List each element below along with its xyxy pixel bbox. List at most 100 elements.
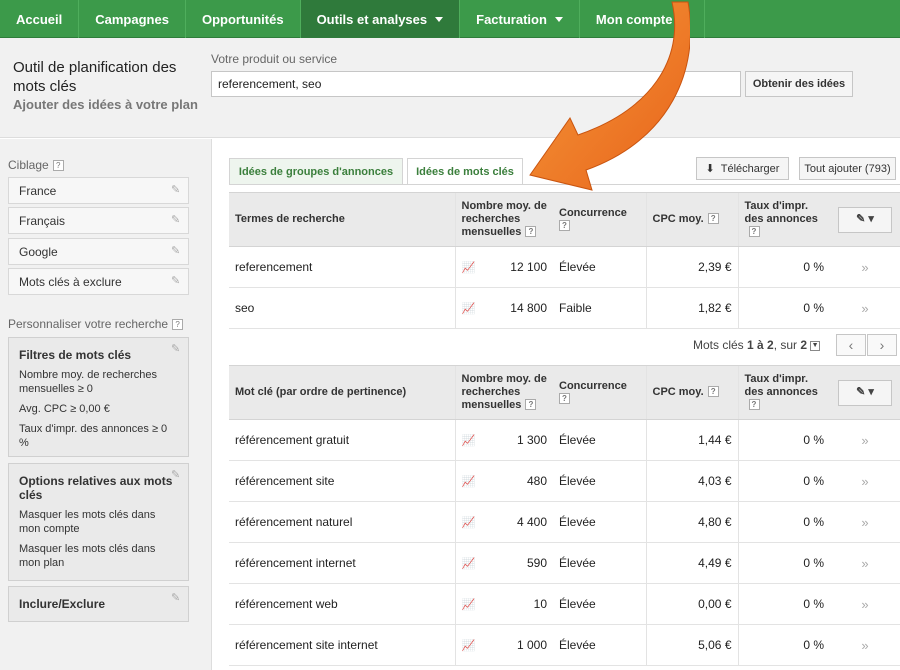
cell-impr: 0 % <box>737 501 830 543</box>
chevron-down-icon[interactable]: ▼ <box>810 340 821 351</box>
help-icon[interactable]: ? <box>525 226 537 237</box>
nav-label: Campagnes <box>95 11 169 27</box>
tab-ad-group-ideas[interactable]: Idées de groupes d'annonces <box>229 158 403 185</box>
table-row[interactable]: référencement web 📈 10 Élevée 0,00 € 0 %… <box>229 583 900 625</box>
col-header-searches[interactable]: Nombre moy. de recherches mensuelles? <box>454 365 553 420</box>
cell-competition: Élevée <box>553 419 646 461</box>
col-header-impr-label: Taux d'impr. des annonces <box>744 373 818 398</box>
help-icon[interactable]: ? <box>748 399 760 410</box>
targeting-item-location[interactable]: France ✎ <box>8 177 189 204</box>
add-to-plan-icon[interactable]: » <box>830 583 900 625</box>
next-page-button[interactable]: › <box>867 334 897 356</box>
nav-mon-compte[interactable]: Mon compte <box>580 0 706 38</box>
nav-accueil[interactable]: Accueil <box>0 0 80 38</box>
trend-chart-icon[interactable]: 📈 <box>454 624 482 666</box>
nav-opportunites[interactable]: Opportunités <box>186 0 301 38</box>
table-row[interactable]: référencement site internet 📈 1 000 Élev… <box>229 624 900 666</box>
product-input[interactable]: referencement, seo <box>211 71 741 97</box>
cell-impr: 0 % <box>737 246 830 288</box>
pager-range: 1 à 2 <box>747 338 774 352</box>
pager-prefix: Mots clés <box>693 338 748 352</box>
product-label: Votre produit ou service <box>211 52 338 66</box>
nav-campagnes[interactable]: Campagnes <box>79 0 186 38</box>
help-icon[interactable]: ? <box>559 219 570 231</box>
table-header-row: Mot clé (par ordre de pertinence) Nombre… <box>229 365 900 420</box>
help-icon[interactable]: ? <box>525 399 537 410</box>
add-all-button[interactable]: Tout ajouter (793) <box>799 157 896 180</box>
table-row[interactable]: référencement naturel 📈 4 400 Élevée 4,8… <box>229 501 900 543</box>
trend-chart-icon[interactable]: 📈 <box>454 246 482 288</box>
col-header-cpc[interactable]: CPC moy.? <box>645 365 738 420</box>
col-header-competition[interactable]: Concurrence? <box>553 365 646 420</box>
add-to-plan-icon[interactable]: » <box>830 542 900 584</box>
pencil-icon[interactable]: ✎ <box>171 244 181 258</box>
help-icon[interactable]: ? <box>52 160 64 171</box>
cell-competition: Élevée <box>553 583 646 625</box>
cell-cpc: 2,39 € <box>645 246 738 288</box>
trend-chart-icon[interactable]: 📈 <box>454 419 482 461</box>
keyword-filters-box[interactable]: ✎ Filtres de mots clés Nombre moy. de re… <box>8 337 189 457</box>
nav-outils-analyses[interactable]: Outils et analyses <box>300 0 461 38</box>
pencil-icon[interactable]: ✎ <box>171 213 181 227</box>
add-to-plan-icon[interactable]: » <box>830 460 900 502</box>
pencil-icon[interactable]: ✎ <box>171 591 181 605</box>
table-row[interactable]: seo 📈 14 800 Faible 1,82 € 0 % » <box>229 287 900 329</box>
targeting-label: Ciblage <box>8 158 49 172</box>
table-row[interactable]: référencement internet 📈 590 Élevée 4,49… <box>229 542 900 584</box>
table-row[interactable]: référencement site 📈 480 Élevée 4,03 € 0… <box>229 460 900 502</box>
trend-chart-icon[interactable]: 📈 <box>454 583 482 625</box>
help-icon[interactable]: ? <box>707 386 719 397</box>
cell-term: référencement naturel <box>229 501 455 543</box>
cell-cpc: 4,49 € <box>645 542 738 584</box>
pencil-icon[interactable]: ✎ <box>171 468 181 482</box>
col-header-competition[interactable]: Concurrence? <box>553 192 646 247</box>
col-header-impr[interactable]: Taux d'impr. des annonces? <box>737 192 830 247</box>
table-row[interactable]: référencement gratuit 📈 1 300 Élevée 1,4… <box>229 419 900 461</box>
targeting-item-network[interactable]: Google ✎ <box>8 238 189 265</box>
nav-facturation[interactable]: Facturation <box>460 0 580 38</box>
col-header-competition-label: Concurrence <box>559 379 627 392</box>
trend-chart-icon[interactable]: 📈 <box>454 501 482 543</box>
keyword-options-box[interactable]: ✎ Options relatives aux mots clés Masque… <box>8 463 189 581</box>
add-to-plan-icon[interactable]: » <box>830 501 900 543</box>
add-to-plan-icon[interactable]: » <box>830 287 900 329</box>
filter-line: Nombre moy. de recherches mensuelles ≥ 0 <box>19 369 157 395</box>
help-icon[interactable]: ? <box>172 319 184 330</box>
trend-chart-icon[interactable]: 📈 <box>454 542 482 584</box>
trend-chart-icon[interactable]: 📈 <box>454 287 482 329</box>
targeting-item-language[interactable]: Français ✎ <box>8 207 189 234</box>
edit-columns-button[interactable]: ✎ ▾ <box>838 206 892 233</box>
help-icon[interactable]: ? <box>707 213 719 224</box>
targeting-item-label: Google <box>19 245 58 259</box>
cell-cpc: 1,82 € <box>645 287 738 329</box>
trend-chart-icon[interactable]: 📈 <box>454 460 482 502</box>
col-header-term[interactable]: Termes de recherche <box>229 192 455 247</box>
previous-page-button[interactable]: ‹ <box>836 334 866 356</box>
col-header-searches[interactable]: Nombre moy. de recherches mensuelles? <box>454 192 553 247</box>
pencil-icon[interactable]: ✎ <box>171 274 181 288</box>
targeting-item-negative-keywords[interactable]: Mots clés à exclure ✎ <box>8 268 189 295</box>
pencil-icon[interactable]: ✎ <box>171 183 181 197</box>
col-header-term[interactable]: Mot clé (par ordre de pertinence) <box>229 365 455 420</box>
edit-columns-button[interactable]: ✎ ▾ <box>838 379 892 406</box>
add-to-plan-icon[interactable]: » <box>830 246 900 288</box>
include-exclude-box[interactable]: ✎ Inclure/Exclure <box>8 586 189 622</box>
download-button[interactable]: ⬇ Télécharger <box>696 157 789 180</box>
add-to-plan-icon[interactable]: » <box>830 419 900 461</box>
help-icon[interactable]: ? <box>748 226 760 237</box>
cell-impr: 0 % <box>737 460 830 502</box>
help-icon[interactable]: ? <box>559 392 570 404</box>
add-to-plan-icon[interactable]: » <box>830 624 900 666</box>
filter-line: Taux d'impr. des annonces ≥ 0 % <box>19 423 168 449</box>
tab-keyword-ideas[interactable]: Idées de mots clés <box>407 158 523 185</box>
page-title: Outil de planification des mots clés <box>13 59 177 95</box>
col-header-cpc[interactable]: CPC moy.? <box>645 192 738 247</box>
get-ideas-button[interactable]: Obtenir des idées <box>745 71 853 97</box>
pencil-icon[interactable]: ✎ <box>171 342 181 356</box>
table-row[interactable]: referencement 📈 12 100 Élevée 2,39 € 0 %… <box>229 246 900 288</box>
sidebar: Ciblage? France ✎ Français ✎ Google ✎ Mots … <box>0 139 212 670</box>
top-navigation: Accueil Campagnes Opportunités Outils et… <box>0 0 900 38</box>
col-header-impr[interactable]: Taux d'impr. des annonces? <box>737 365 830 420</box>
keyword-ideas-table: Mot clé (par ordre de pertinence) Nombre… <box>229 365 900 666</box>
cell-cpc: 0,00 € <box>645 583 738 625</box>
